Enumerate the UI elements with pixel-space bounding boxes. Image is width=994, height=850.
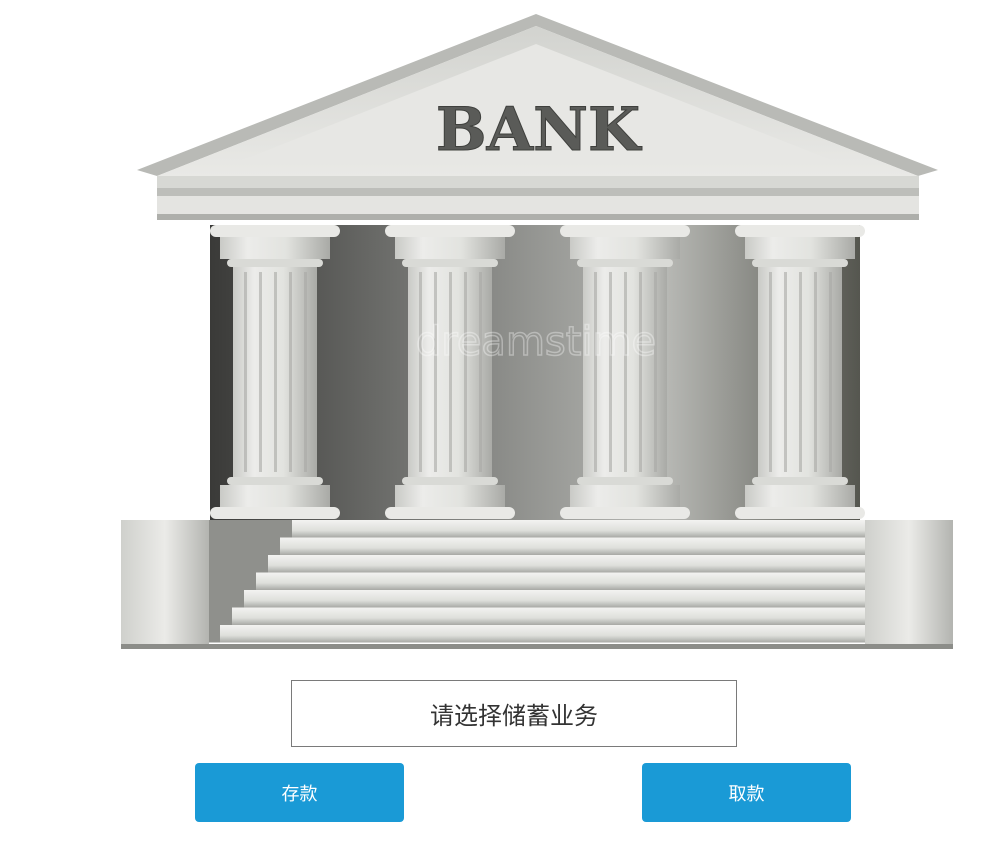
instruction-text: 请选择储蓄业务	[430, 702, 598, 730]
step-shadow	[209, 572, 256, 590]
deposit-button[interactable]: 存款	[195, 763, 404, 822]
step-shadow	[209, 607, 232, 625]
step-shadow	[209, 520, 292, 538]
right-plinth	[865, 520, 953, 648]
withdraw-button[interactable]: 取款	[642, 763, 851, 822]
step	[244, 590, 865, 608]
step-shadow	[209, 537, 280, 555]
step	[268, 555, 865, 573]
step	[256, 572, 865, 590]
bank-building-illustration: BANK dreamstime	[121, 14, 953, 649]
watermark: dreamstime	[416, 319, 656, 365]
bank-sign: BANK	[436, 95, 642, 165]
step	[232, 607, 865, 625]
step-shadow	[209, 590, 244, 608]
step	[280, 537, 865, 555]
withdraw-label: 取款	[728, 783, 765, 805]
left-plinth	[121, 520, 209, 648]
step-shadow	[209, 625, 220, 643]
step	[292, 520, 865, 538]
instruction-prompt: 请选择储蓄业务	[291, 680, 737, 747]
step	[220, 625, 865, 643]
steps	[209, 520, 865, 643]
deposit-label: 存款	[281, 783, 318, 805]
step-shadow	[209, 555, 268, 573]
